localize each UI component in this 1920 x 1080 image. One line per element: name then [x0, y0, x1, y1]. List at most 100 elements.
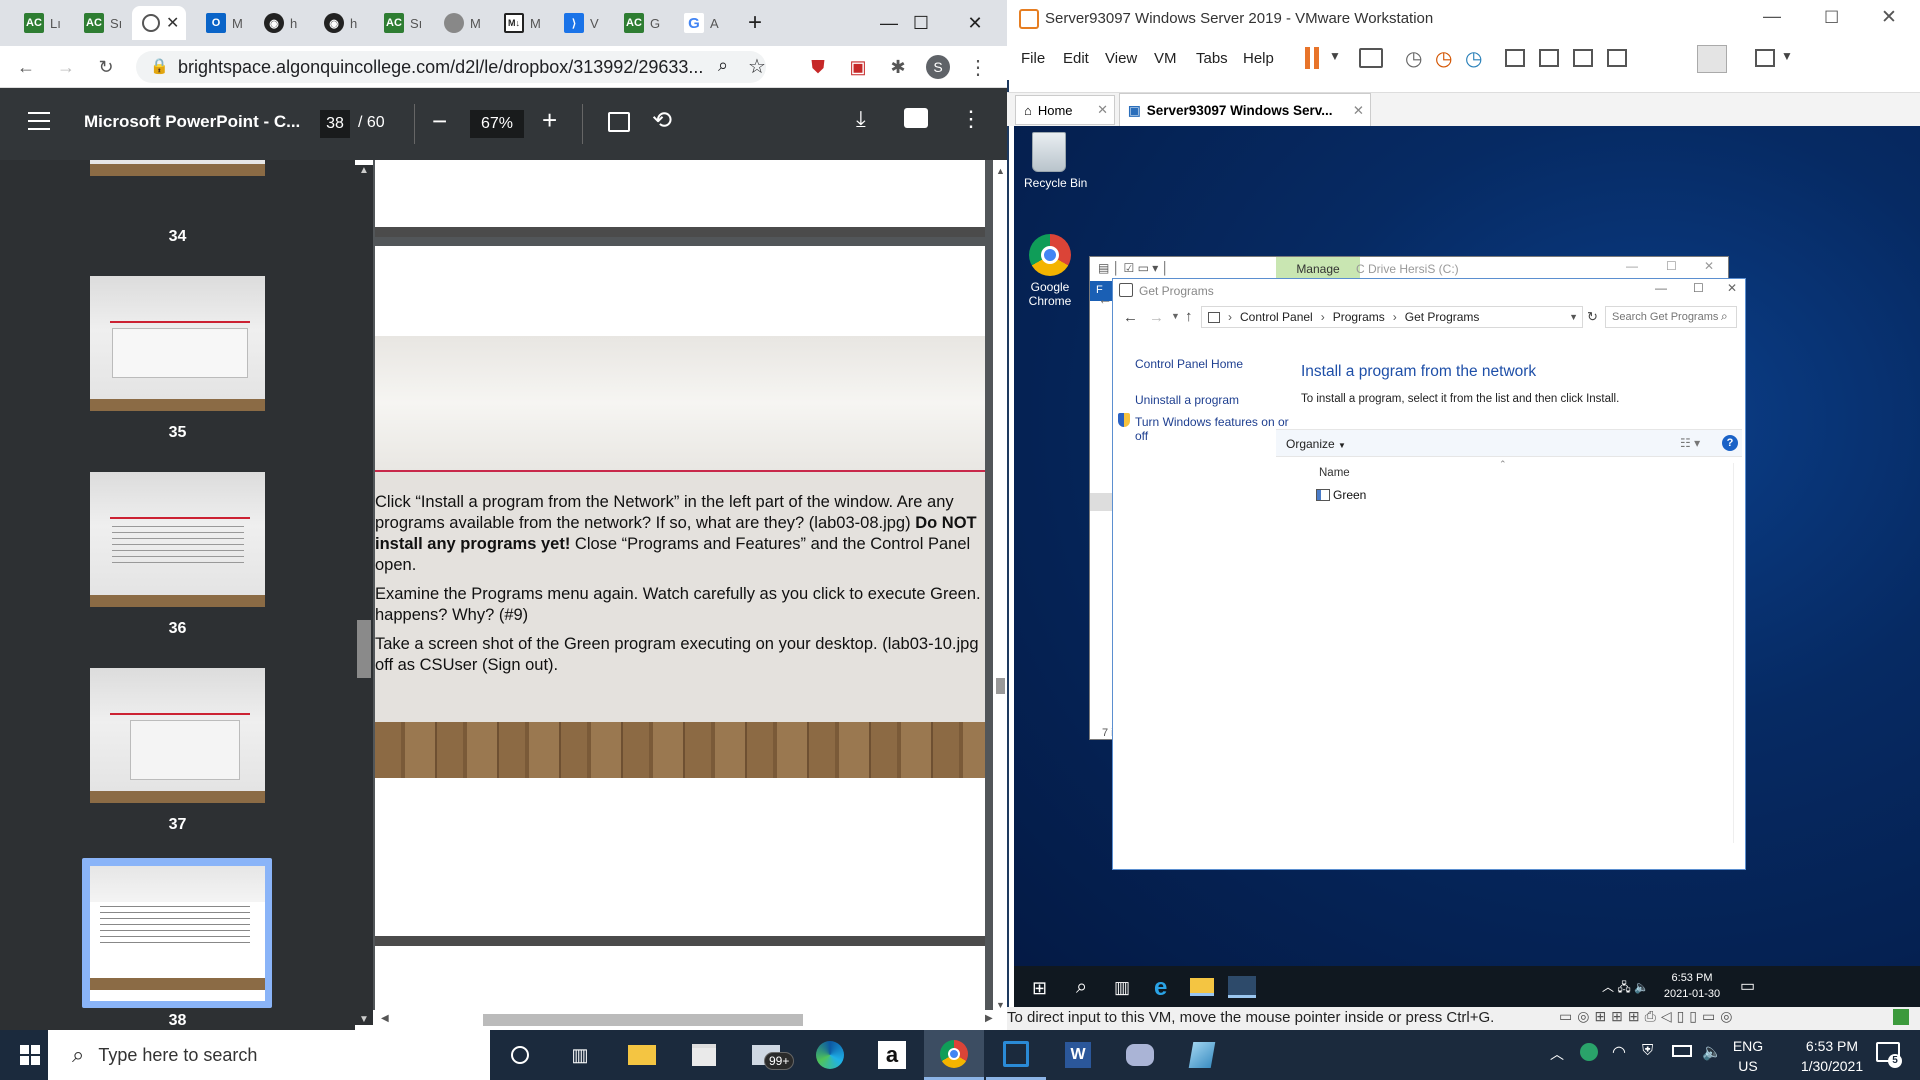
guest-server-manager-icon[interactable] — [1228, 976, 1256, 998]
cortana-button[interactable] — [490, 1030, 550, 1080]
show-library-icon[interactable] — [1505, 49, 1525, 67]
stretch-dropdown-icon[interactable]: ▼ — [1781, 49, 1793, 63]
amazon-button[interactable]: a — [862, 1030, 922, 1080]
refresh-icon[interactable]: ↻ — [1587, 309, 1598, 325]
close-button[interactable]: ✕ — [1704, 259, 1714, 273]
recycle-bin-shortcut[interactable]: Recycle Bin — [1024, 132, 1087, 190]
guest-file-explorer-icon[interactable] — [1190, 978, 1214, 996]
pause-dropdown-icon[interactable]: ▼ — [1329, 49, 1341, 63]
menu-help[interactable]: Help — [1243, 50, 1274, 67]
program-list-item[interactable]: Green — [1316, 488, 1366, 502]
menu-view[interactable]: View — [1105, 50, 1137, 67]
browser-tab-9[interactable]: M↓ M — [494, 6, 546, 40]
discord-button[interactable] — [1110, 1030, 1170, 1080]
forward-icon[interactable]: → — [1149, 309, 1164, 326]
maximize-button[interactable]: ☐ — [898, 0, 944, 46]
thumbnail-bar-icon[interactable] — [1539, 49, 1559, 67]
snapshot-manager-icon[interactable]: ◷ — [1465, 46, 1482, 71]
zoom-level-input[interactable]: 67% — [470, 110, 524, 138]
browser-tab-active[interactable]: ✕ — [132, 6, 186, 40]
minimize-button[interactable]: — — [1626, 259, 1638, 273]
guest-tray-icons[interactable]: ︿ 🖧 🔈 — [1602, 978, 1649, 999]
battery-icon[interactable] — [1672, 1045, 1692, 1057]
zoom-in-button[interactable]: + — [542, 105, 557, 136]
breadcrumb-get-programs[interactable]: Get Programs — [1405, 310, 1480, 324]
browser-tab-4[interactable]: OM — [196, 6, 248, 40]
stretch-guest-icon[interactable] — [1755, 49, 1775, 67]
thumbnail-page-38[interactable] — [90, 866, 265, 1001]
revert-snapshot-icon[interactable]: ◷ — [1435, 46, 1452, 71]
guest-action-center-icon[interactable]: ▭ — [1740, 976, 1755, 996]
extensions-puzzle-icon[interactable]: ✱ — [882, 51, 914, 83]
guest-start-button[interactable]: ⊞ — [1032, 978, 1047, 999]
minimize-button[interactable]: — — [1655, 281, 1667, 295]
zoom-icon[interactable]: ⌕ — [718, 55, 728, 76]
page-number-input[interactable]: 38 — [320, 110, 350, 138]
fit-page-icon[interactable] — [608, 112, 630, 132]
taskbar-search-box[interactable]: ⌕ Type here to search — [48, 1030, 490, 1080]
file-explorer-button[interactable] — [612, 1030, 672, 1080]
word-button[interactable]: W — [1048, 1030, 1108, 1080]
download-icon[interactable]: ⤓ — [856, 106, 866, 132]
maximize-button[interactable]: ☐ — [1693, 281, 1704, 295]
snipping-tool-button[interactable] — [1172, 1030, 1232, 1080]
guest-search-icon[interactable]: ⌕ — [1076, 976, 1087, 999]
host-clock[interactable]: 6:53 PM 1/30/2021 — [1780, 1036, 1884, 1076]
chrome-menu-icon[interactable]: ⋮ — [962, 51, 994, 83]
vmware-taskbar-button[interactable] — [986, 1030, 1046, 1080]
pdf-more-icon[interactable]: ⋮ — [960, 106, 982, 132]
back-icon[interactable]: ← — [10, 51, 42, 83]
uninstall-program-link[interactable]: Uninstall a program — [1135, 393, 1239, 407]
browser-tab-5[interactable]: ◉ h — [254, 6, 306, 40]
vm-maximize-button[interactable]: ☐ — [1824, 8, 1839, 28]
back-icon[interactable]: ← — [1098, 291, 1112, 307]
device-status-icons[interactable]: ▭◎⊞⊞⊞⎙◁▯▯▭◎ — [1559, 1008, 1737, 1025]
edge-button[interactable] — [800, 1030, 860, 1080]
menu-vm[interactable]: VM — [1154, 50, 1177, 67]
notification-center-icon[interactable]: 5 — [1876, 1042, 1902, 1068]
close-window-button[interactable]: ✕ — [952, 0, 998, 46]
store-button[interactable] — [674, 1030, 734, 1080]
maximize-button[interactable]: ☐ — [1666, 259, 1677, 273]
guest-ie-icon[interactable]: e — [1154, 974, 1167, 1002]
organize-button[interactable]: Organize ▼ — [1286, 437, 1346, 451]
extension-pocket-icon[interactable]: ▣ — [842, 51, 874, 83]
forward-icon[interactable]: → — [50, 51, 82, 83]
close-tab-icon[interactable]: ✕ — [166, 13, 179, 33]
vm-close-button[interactable]: ✕ — [1881, 6, 1897, 29]
pdf-horizontal-scrollbar[interactable]: ◀ ▶ — [373, 1010, 1007, 1030]
browser-tab-8[interactable]: M — [434, 6, 486, 40]
menu-edit[interactable]: Edit — [1063, 50, 1089, 67]
pause-icon[interactable] — [1305, 47, 1310, 69]
console-view-icon[interactable] — [1697, 45, 1727, 73]
show-hidden-icons[interactable]: ︿ — [1550, 1044, 1564, 1064]
bookmark-star-icon[interactable]: ☆ — [748, 54, 766, 79]
thumbnail-page-35[interactable] — [90, 276, 265, 411]
pdf-vertical-scrollbar[interactable]: ▲ ▼ — [993, 160, 1007, 1010]
chrome-taskbar-button[interactable] — [924, 1030, 984, 1080]
close-tab-icon[interactable]: ✕ — [1097, 102, 1108, 118]
full-screen-icon[interactable] — [1573, 49, 1593, 67]
task-view-button[interactable]: ▥ — [550, 1030, 610, 1080]
control-panel-home-link[interactable]: Control Panel Home — [1135, 357, 1243, 371]
recent-dropdown-icon[interactable]: ▼ — [1171, 311, 1180, 321]
search-input[interactable] — [1605, 306, 1737, 328]
breadcrumb-programs[interactable]: Programs — [1333, 310, 1385, 324]
wifi-icon[interactable]: ◠ — [1612, 1042, 1626, 1062]
browser-tab-2[interactable]: AC Sı — [74, 6, 126, 40]
network-globe-icon[interactable] — [1580, 1043, 1598, 1061]
volume-icon[interactable]: 🔈 — [1702, 1042, 1722, 1062]
address-bar[interactable]: 🔒 brightspace.algonquincollege.com/d2l/l… — [136, 51, 766, 83]
guest-task-view-icon[interactable]: ▥ — [1114, 978, 1130, 998]
thumbnail-page-37[interactable] — [90, 668, 265, 803]
browser-tab-6[interactable]: ◉ h — [314, 6, 366, 40]
close-button[interactable]: ✕ — [1727, 281, 1737, 295]
reload-icon[interactable]: ↻ — [90, 51, 122, 83]
vm-tab-home[interactable]: ⌂ Home ✕ — [1015, 95, 1115, 125]
pdf-menu-icon[interactable] — [28, 112, 50, 130]
view-options-icon[interactable]: ☷ ▾ — [1680, 436, 1700, 450]
address-dropdown-icon[interactable]: ▼ — [1569, 312, 1578, 322]
browser-tab-10[interactable]: ⟩ V — [554, 6, 606, 40]
windows-features-link[interactable]: Turn Windows features on or off — [1135, 415, 1295, 443]
language-indicator[interactable]: ENG US — [1730, 1036, 1766, 1076]
